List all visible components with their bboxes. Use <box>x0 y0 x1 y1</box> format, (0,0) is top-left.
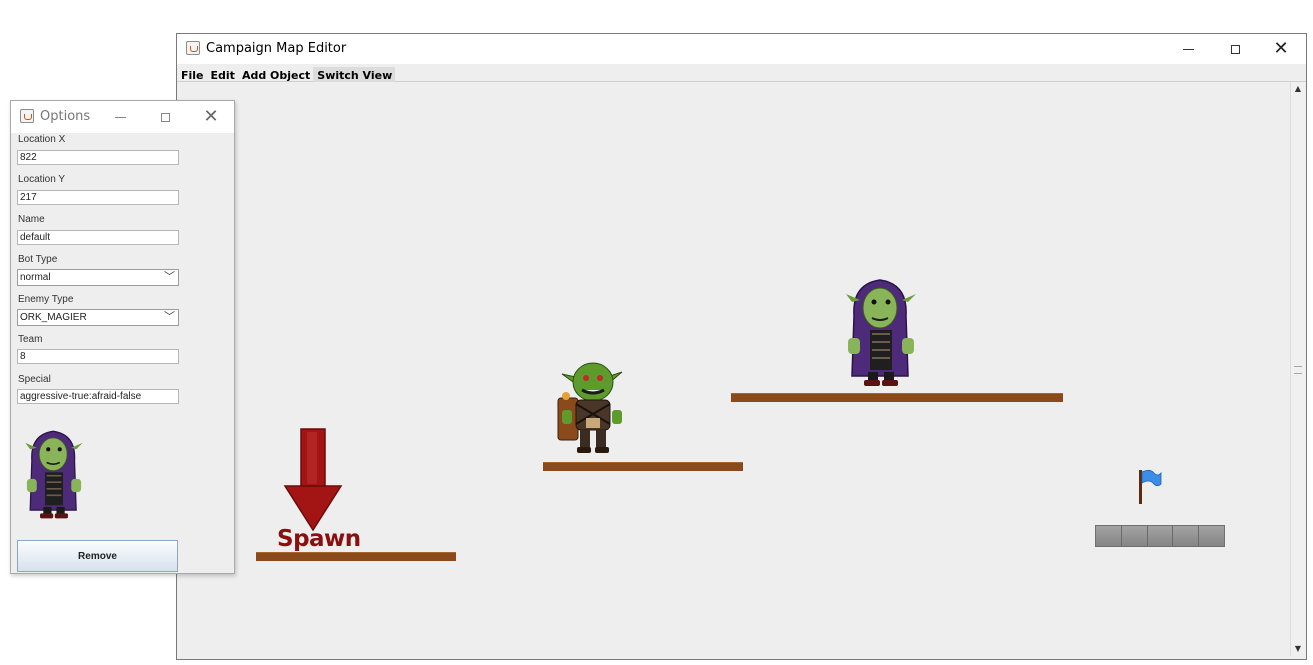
stone-tile <box>1147 526 1174 546</box>
menu-edit[interactable]: Edit <box>207 67 238 82</box>
enemy-preview-sprite <box>25 430 83 519</box>
stone-tile <box>1121 526 1148 546</box>
team-label: Team <box>18 334 43 345</box>
minimize-icon <box>1182 48 1194 50</box>
goblin-bomber-sprite[interactable] <box>556 360 632 456</box>
location-y-field[interactable]: 217 <box>17 190 179 205</box>
orc-mage-sprite[interactable] <box>846 276 916 388</box>
name-field[interactable]: default <box>17 230 179 245</box>
bot-type-select[interactable]: normal ﹀ <box>17 269 179 286</box>
spawn-arrow-icon[interactable] <box>282 428 344 532</box>
options-titlebar[interactable]: Options ✕ <box>11 101 234 133</box>
upper-platform[interactable] <box>731 393 1063 402</box>
java-coffee-cup-icon <box>186 41 200 55</box>
main-window-title: Campaign Map Editor <box>206 41 347 56</box>
chevron-down-icon: ﹀ <box>164 271 175 283</box>
chevron-down-icon: ﹀ <box>164 311 175 323</box>
maximize-icon <box>160 112 170 122</box>
middle-platform[interactable] <box>543 462 743 471</box>
scroll-up-arrow-icon[interactable]: ▲ <box>1291 82 1305 96</box>
special-field[interactable]: aggressive-true:afraid-false <box>17 389 179 404</box>
minimize-button[interactable] <box>1165 34 1211 64</box>
scroll-thumb-grip[interactable] <box>1294 366 1302 374</box>
stone-tile <box>1096 526 1122 546</box>
menu-switch-view[interactable]: Switch View <box>313 67 396 82</box>
map-canvas[interactable]: Spawn <box>178 82 1293 657</box>
close-icon: ✕ <box>203 106 219 127</box>
options-window-title: Options <box>40 109 91 124</box>
options-maximize-button[interactable] <box>142 102 188 132</box>
close-icon: ✕ <box>1273 38 1289 59</box>
vertical-scrollbar[interactable]: ▲ ▼ <box>1290 82 1305 656</box>
location-y-label: Location Y <box>18 174 66 185</box>
maximize-icon <box>1230 44 1240 54</box>
minimize-icon <box>114 116 126 118</box>
main-titlebar[interactable]: Campaign Map Editor ✕ <box>177 34 1306 64</box>
spawn-label: Spawn <box>277 526 361 552</box>
menu-bar: File Edit Add Object Switch View <box>177 64 1306 82</box>
stone-tile <box>1199 526 1224 546</box>
enemy-type-label: Enemy Type <box>18 294 74 305</box>
close-button[interactable]: ✕ <box>1258 34 1304 64</box>
java-coffee-cup-icon <box>20 109 34 123</box>
maximize-button[interactable] <box>1212 34 1258 64</box>
remove-button[interactable]: Remove <box>17 540 178 572</box>
scroll-down-arrow-icon[interactable]: ▼ <box>1291 642 1305 656</box>
options-close-button[interactable]: ✕ <box>188 102 234 132</box>
stone-tile <box>1173 526 1200 546</box>
stone-block-platform[interactable] <box>1095 525 1225 547</box>
team-field[interactable]: 8 <box>17 349 179 364</box>
options-window: Options ✕ Location X 822 Location Y 217 … <box>10 100 235 574</box>
bot-type-value: normal <box>20 272 51 283</box>
campaign-map-editor-window: Campaign Map Editor ✕ File Edit Add Object… <box>176 33 1307 660</box>
location-x-field[interactable]: 822 <box>17 150 179 165</box>
menu-add-object[interactable]: Add Object <box>238 67 313 82</box>
enemy-type-value: ORK_MAGIER <box>20 312 87 323</box>
location-x-label: Location X <box>18 134 66 145</box>
bot-type-label: Bot Type <box>18 254 58 265</box>
special-label: Special <box>18 374 51 385</box>
options-minimize-button[interactable] <box>97 102 143 132</box>
name-label: Name <box>18 214 45 225</box>
menu-file[interactable]: File <box>177 67 207 82</box>
goal-flag-icon[interactable] <box>1136 468 1164 506</box>
spawn-platform[interactable] <box>256 552 456 561</box>
enemy-type-select[interactable]: ORK_MAGIER ﹀ <box>17 309 179 326</box>
